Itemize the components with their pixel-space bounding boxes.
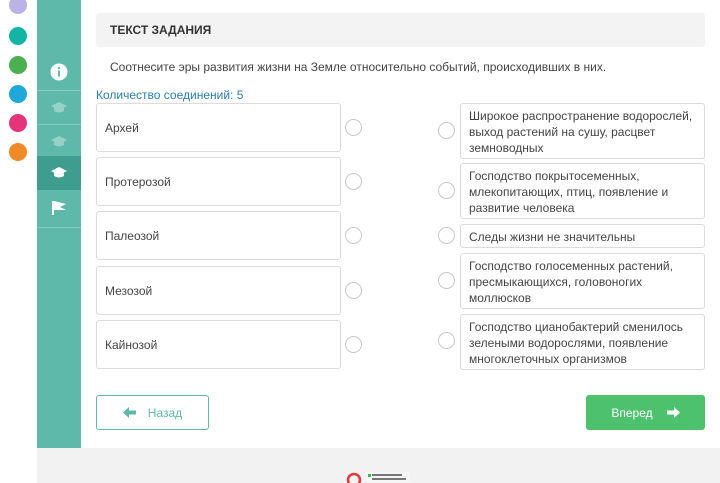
task-nav <box>37 0 81 448</box>
info-icon <box>50 63 68 81</box>
app-icon-5[interactable] <box>9 114 27 132</box>
right-connector-radio-4[interactable] <box>438 272 455 289</box>
graduation-cap-icon <box>51 102 67 113</box>
left-item-cenozoic[interactable]: Кайнозой <box>96 320 341 369</box>
graduation-cap-icon <box>51 136 67 147</box>
left-item-label: Мезозой <box>105 283 153 298</box>
right-item-label: Господство голосеменных растений, пресмы… <box>469 259 673 305</box>
back-button-label: Назад <box>147 405 183 420</box>
right-item-label: Господство цианобактерий сменилось зелен… <box>469 320 683 366</box>
right-item-2[interactable]: Господство покрытосеменных, млекопитающи… <box>460 163 705 219</box>
left-connector-radio-3[interactable] <box>345 227 362 244</box>
left-item-mesozoic[interactable]: Мезозой <box>96 266 341 315</box>
arrow-right-icon <box>666 407 680 418</box>
left-item-label: Кайнозой <box>105 337 158 352</box>
connections-count: Количество соединений: 5 <box>96 88 244 102</box>
nav-separator <box>37 227 81 228</box>
next-button[interactable]: Вперед <box>586 395 705 430</box>
right-connector-radio-3[interactable] <box>438 227 455 244</box>
app-icon-6[interactable] <box>9 143 27 161</box>
right-item-label: Широкое распространение водорослей, выхо… <box>469 109 693 155</box>
left-connector-radio-2[interactable] <box>345 173 362 190</box>
nav-item-task-3-active[interactable] <box>37 156 81 190</box>
right-connector-radio-2[interactable] <box>438 182 455 199</box>
next-button-label: Вперед <box>611 405 653 420</box>
right-item-5[interactable]: Господство цианобактерий сменилось зелен… <box>460 314 705 370</box>
left-connector-radio-5[interactable] <box>345 336 362 353</box>
app-icon-1[interactable] <box>9 0 27 14</box>
right-connector-radio-5[interactable] <box>438 332 455 349</box>
arrow-left-icon <box>122 407 136 418</box>
left-connector-radio-1[interactable] <box>345 119 362 136</box>
app-icon-4[interactable] <box>9 85 27 103</box>
graduation-cap-icon <box>51 167 67 178</box>
left-item-paleozoic[interactable]: Палеозой <box>96 211 341 260</box>
task-header-title: ТЕКСТ ЗАДАНИЯ <box>110 23 212 37</box>
left-item-label: Протерозой <box>105 174 171 189</box>
right-connector-radio-1[interactable] <box>438 122 455 139</box>
right-item-label: Господство покрытосеменных, млекопитающи… <box>469 169 669 215</box>
footer-logo <box>346 472 410 483</box>
app-rail <box>0 0 37 483</box>
left-item-archean[interactable]: Архей <box>96 103 341 152</box>
task-header: ТЕКСТ ЗАДАНИЯ <box>96 13 705 47</box>
left-item-proterozoic[interactable]: Протерозой <box>96 157 341 206</box>
flag-icon <box>52 201 66 215</box>
app-icon-2[interactable] <box>9 27 27 45</box>
nav-item-flag[interactable] <box>37 191 81 225</box>
back-button[interactable]: Назад <box>96 395 209 430</box>
task-instruction: Соотнесите эры развития жизни на Земле о… <box>110 60 607 74</box>
right-item-label: Следы жизни не значительны <box>469 230 636 244</box>
left-item-label: Архей <box>105 120 139 135</box>
app-icon-3[interactable] <box>9 56 27 74</box>
nav-item-task-2[interactable] <box>37 125 81 159</box>
right-item-3[interactable]: Следы жизни не значительны <box>460 224 705 248</box>
left-connector-radio-4[interactable] <box>345 282 362 299</box>
left-item-label: Палеозой <box>105 228 160 243</box>
nav-item-task-1[interactable] <box>37 91 81 125</box>
right-item-1[interactable]: Широкое распространение водорослей, выхо… <box>460 103 705 159</box>
nav-item-info[interactable] <box>37 55 81 89</box>
right-item-4[interactable]: Господство голосеменных растений, пресмы… <box>460 253 705 309</box>
